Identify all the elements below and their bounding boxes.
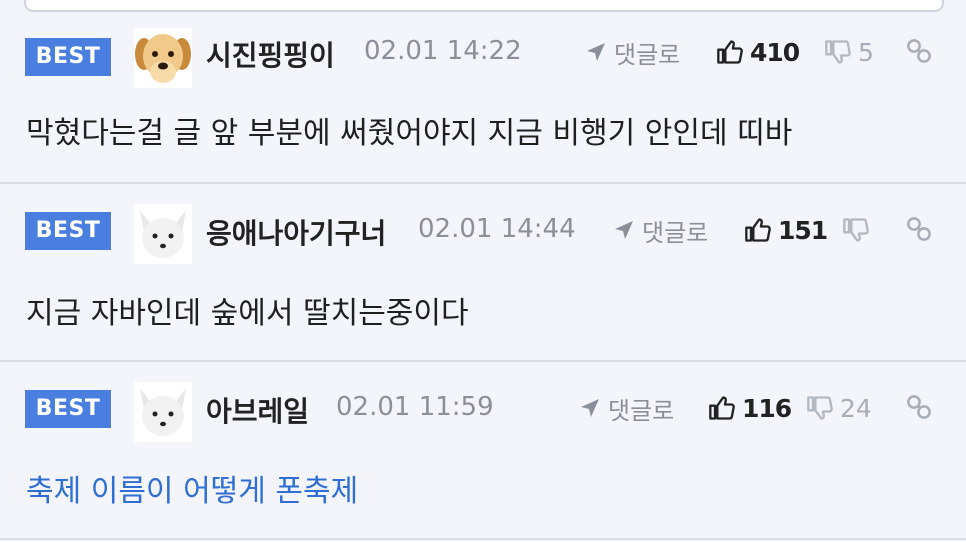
dislike-button[interactable]: 5 xyxy=(824,34,874,70)
reply-button[interactable]: 댓글로 xyxy=(584,34,680,70)
like-button[interactable]: 116 xyxy=(708,390,792,426)
thumbs-up-icon xyxy=(709,396,735,420)
comment-item: BEST 시진핑핑이 02.01 14:22 댓글로 410 5 막혔다는걸 글… xyxy=(0,20,966,184)
reply-arrow-icon xyxy=(615,221,633,239)
comment-header: BEST 시진핑핑이 02.01 14:22 댓글로 410 5 xyxy=(0,20,966,88)
thumbs-up-icon xyxy=(717,40,743,64)
comment-item: BEST 아브레일 02.01 11:59 댓글로 116 24 축제 이름이 … xyxy=(0,362,966,540)
thumbs-up-icon xyxy=(745,218,771,242)
username[interactable]: 응애나아기구너 xyxy=(206,212,386,252)
link-icon[interactable] xyxy=(904,36,934,70)
puppy-avatar[interactable] xyxy=(134,28,192,88)
username[interactable]: 시진핑핑이 xyxy=(206,34,335,74)
reply-arrow-icon xyxy=(581,399,599,417)
thumbs-down-icon xyxy=(825,40,851,64)
timestamp: 02.01 14:22 xyxy=(364,36,522,66)
like-count: 410 xyxy=(750,37,800,67)
thumbs-down-icon xyxy=(843,218,869,242)
link-icon[interactable] xyxy=(904,392,934,426)
best-badge: BEST xyxy=(25,390,111,428)
reply-label: 댓글로 xyxy=(642,218,709,247)
username[interactable]: 아브레일 xyxy=(206,390,309,430)
comment-text[interactable]: 축제 이름이 어떻게 폰축제 xyxy=(26,466,358,510)
dislike-count: 24 xyxy=(840,393,872,423)
best-badge: BEST xyxy=(25,38,111,76)
comment-header: BEST 아브레일 02.01 11:59 댓글로 116 24 xyxy=(0,362,966,442)
best-badge: BEST xyxy=(25,212,111,250)
dislike-button[interactable] xyxy=(842,212,876,248)
comment-text: 막혔다는걸 글 앞 부분에 써줬어야지 지금 비행기 안인데 띠바 xyxy=(26,116,793,151)
reply-arrow-icon xyxy=(587,43,605,61)
dislike-button[interactable]: 24 xyxy=(806,390,872,426)
like-button[interactable]: 151 xyxy=(744,212,828,248)
like-count: 116 xyxy=(742,393,792,423)
white-fox-avatar[interactable] xyxy=(134,204,192,264)
timestamp: 02.01 14:44 xyxy=(418,214,576,244)
white-fox-avatar[interactable] xyxy=(134,382,192,442)
dislike-count: 5 xyxy=(858,37,874,67)
previous-comment-box xyxy=(24,0,944,12)
reply-label: 댓글로 xyxy=(608,396,675,425)
timestamp: 02.01 11:59 xyxy=(336,392,494,422)
thumbs-down-icon xyxy=(807,396,833,420)
comment-text: 지금 자바인데 숲에서 딸치는중이다 xyxy=(26,296,469,331)
comment-header: BEST 응애나아기구너 02.01 14:44 댓글로 151 xyxy=(0,184,966,264)
reply-button[interactable]: 댓글로 xyxy=(578,390,674,426)
reply-label: 댓글로 xyxy=(614,40,681,69)
link-icon[interactable] xyxy=(904,214,934,248)
reply-button[interactable]: 댓글로 xyxy=(612,212,708,248)
like-count: 151 xyxy=(778,215,828,245)
like-button[interactable]: 410 xyxy=(716,34,800,70)
comment-item: BEST 응애나아기구너 02.01 14:44 댓글로 151 지금 자바인데… xyxy=(0,184,966,362)
